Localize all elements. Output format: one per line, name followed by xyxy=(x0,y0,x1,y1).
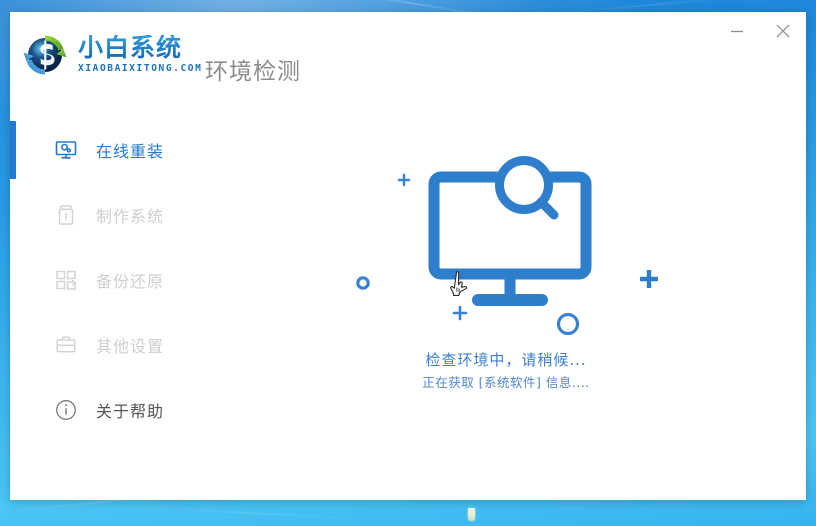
decor-ring-large xyxy=(556,312,580,336)
sidebar-nav: 在线重装 制作系统 备份还原 其他设置 关于帮助 xyxy=(10,98,206,500)
brand-text: 小白系统 XIAOBAIXITONG.COM xyxy=(78,35,202,75)
window-header: 小白系统 XIAOBAIXITONG.COM 环境检测 xyxy=(10,12,806,98)
close-button[interactable] xyxy=(768,18,798,44)
decor-plus-mid xyxy=(452,305,468,321)
active-accent-bar xyxy=(10,381,16,439)
usb-drive-icon xyxy=(54,203,78,227)
active-accent-bar xyxy=(10,251,16,309)
desktop-background: 小白系统 XIAOBAIXITONG.COM 环境检测 在线重装 制作系统 备份… xyxy=(0,0,816,526)
page-title: 环境检测 xyxy=(205,59,301,85)
scan-illustration xyxy=(206,98,806,500)
sidebar-item-label: 备份还原 xyxy=(96,272,165,291)
sidebar-item-label: 关于帮助 xyxy=(96,402,165,421)
info-circle-icon xyxy=(54,398,78,422)
active-accent-bar xyxy=(10,121,16,179)
status-secondary-text: 正在获取 [系统软件] 信息.... xyxy=(422,375,590,390)
close-icon xyxy=(776,24,790,38)
sidebar-item-backup-restore[interactable]: 备份还原 xyxy=(10,251,206,309)
status-block: 检查环境中，请稍候... 正在获取 [系统软件] 信息.... xyxy=(206,348,806,394)
minimize-icon xyxy=(731,30,743,33)
grid-blocks-icon xyxy=(54,268,78,292)
active-accent-bar xyxy=(10,316,16,374)
decor-plus-large xyxy=(640,270,658,288)
monitor-online-icon xyxy=(54,138,78,162)
brand-name-en: XIAOBAIXITONG.COM xyxy=(78,63,203,74)
minimize-button[interactable] xyxy=(722,18,752,44)
decor-ring-small xyxy=(356,276,370,290)
sidebar-item-label: 制作系统 xyxy=(96,207,165,226)
desktop-light-streak xyxy=(120,505,380,521)
toolbox-icon xyxy=(54,333,78,357)
sidebar-item-other-settings[interactable]: 其他设置 xyxy=(10,316,206,374)
recycle-arrows-logo xyxy=(20,30,70,80)
main-content: 检查环境中，请稍候... 正在获取 [系统软件] 信息.... xyxy=(206,98,806,500)
brand-name-cn: 小白系统 xyxy=(78,35,202,61)
sidebar-item-online-reinstall[interactable]: 在线重装 xyxy=(10,121,206,179)
sidebar-item-about-help[interactable]: 关于帮助 xyxy=(10,381,206,439)
sidebar-item-label: 其他设置 xyxy=(96,337,165,356)
taskbar-indicator xyxy=(468,508,475,521)
decor-plus-small xyxy=(397,173,411,187)
sidebar-item-make-system[interactable]: 制作系统 xyxy=(10,186,206,244)
window-controls xyxy=(722,18,798,44)
app-window: 小白系统 XIAOBAIXITONG.COM 环境检测 在线重装 制作系统 备份… xyxy=(10,12,806,500)
active-accent-bar xyxy=(10,186,16,244)
brand-logo: 小白系统 XIAOBAIXITONG.COM xyxy=(20,30,202,80)
status-primary-text: 检查环境中，请稍候... xyxy=(425,351,587,369)
sidebar-item-label: 在线重装 xyxy=(96,142,165,161)
